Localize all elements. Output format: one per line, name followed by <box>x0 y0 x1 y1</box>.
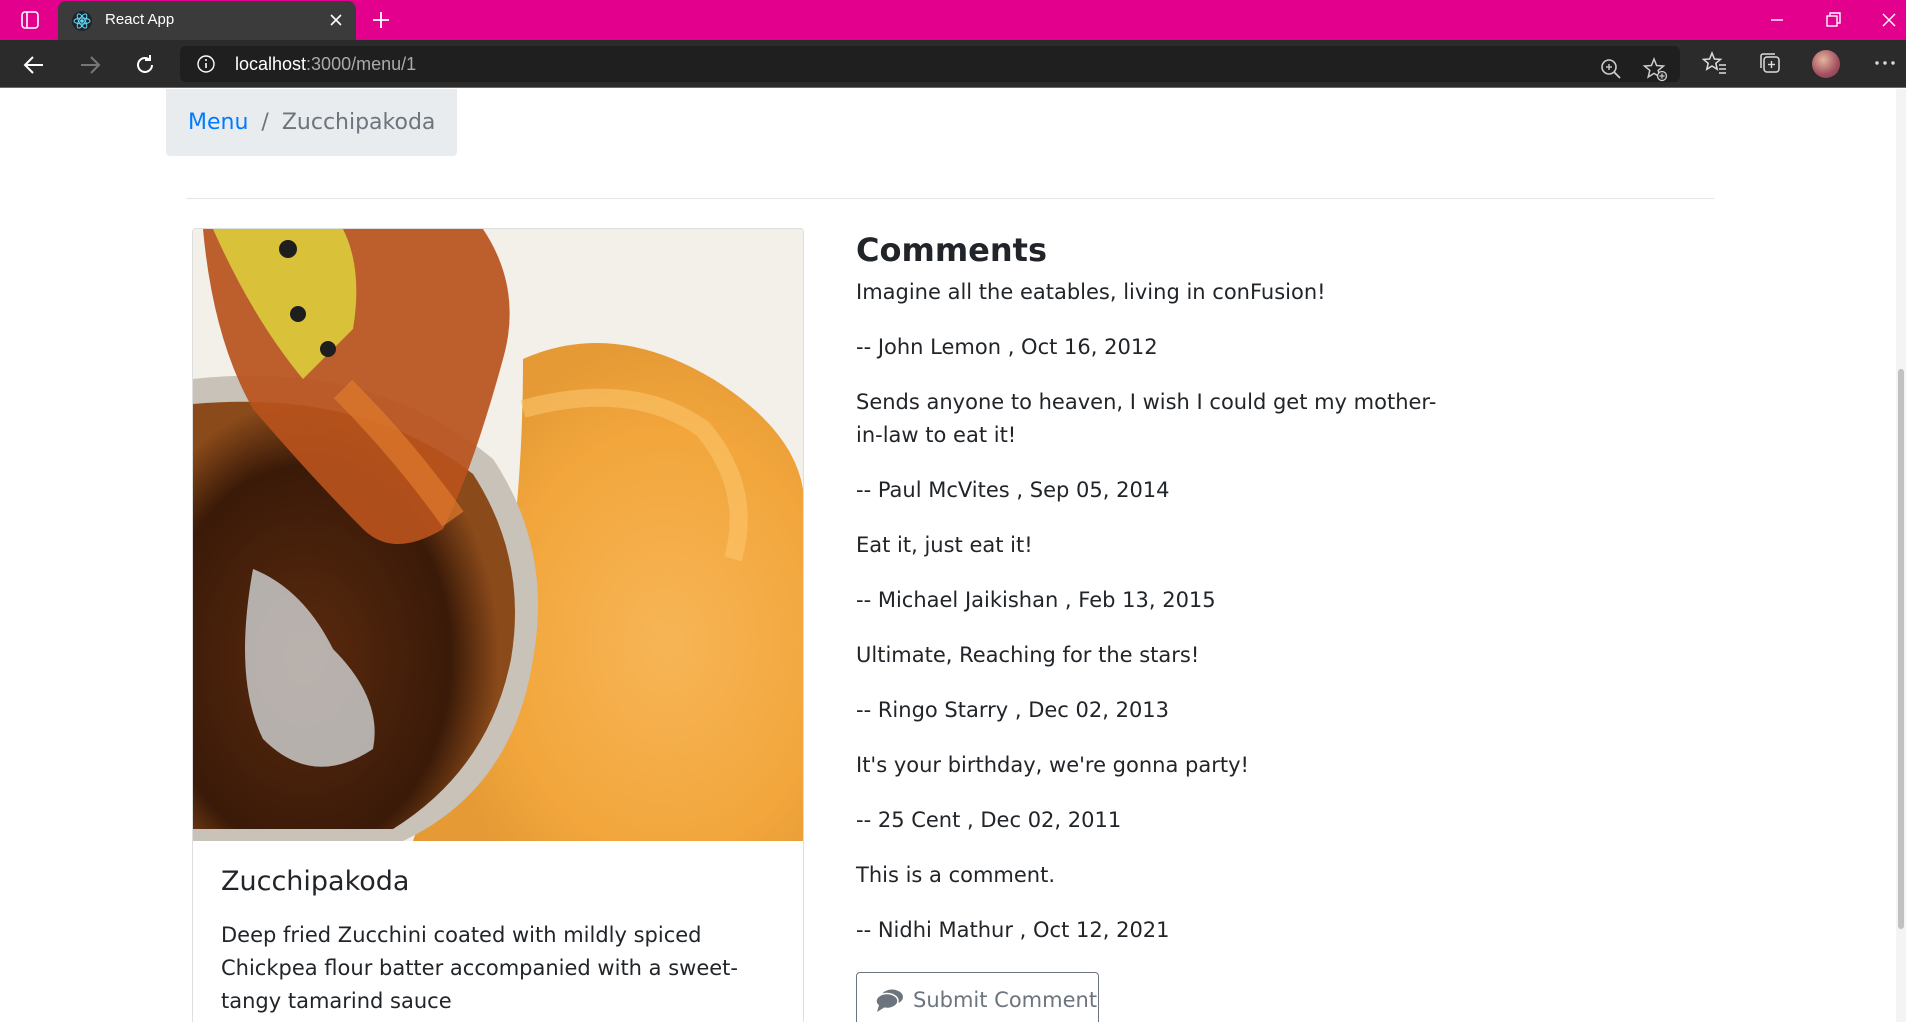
collections-icon[interactable] <box>1757 50 1783 76</box>
back-arrow-icon[interactable] <box>21 52 47 78</box>
scrollbar-thumb[interactable] <box>1898 369 1904 929</box>
comment-text: Ultimate, Reaching for the stars! <box>856 643 1200 667</box>
close-tab-icon[interactable] <box>326 10 346 30</box>
forward-arrow-icon[interactable] <box>77 52 103 78</box>
comment-byline: -- Ringo Starry , Dec 02, 2013 <box>856 698 1170 722</box>
browser-title-bar: React App <box>0 0 1906 40</box>
react-logo-icon <box>72 11 92 31</box>
comment-text: This is a comment. <box>856 863 1056 887</box>
breadcrumb: Menu / Zucchipakoda <box>166 89 458 156</box>
refresh-icon[interactable] <box>132 52 158 78</box>
comment-byline: -- Michael Jaikishan , Feb 13, 2015 <box>856 588 1216 612</box>
header-divider <box>186 198 1714 199</box>
comments-icon <box>875 989 903 1012</box>
more-options-icon[interactable] <box>1872 50 1898 76</box>
url-path: :3000/menu/1 <box>306 54 417 74</box>
comment-byline: -- Paul McVites , Sep 05, 2014 <box>856 478 1170 502</box>
comment-item: Ultimate, Reaching for the stars! -- Rin… <box>856 639 1456 727</box>
address-bar[interactable]: localhost:3000/menu/1 <box>180 46 1680 82</box>
comment-byline: -- Nidhi Mathur , Oct 12, 2021 <box>856 918 1170 942</box>
zoom-icon[interactable] <box>1598 56 1624 82</box>
comment-byline: -- 25 Cent , Dec 02, 2011 <box>856 808 1122 832</box>
restore-icon[interactable] <box>1821 8 1845 32</box>
breadcrumb-menu-link[interactable]: Menu <box>188 110 248 135</box>
comment-list: Imagine all the eatables, living in conF… <box>856 276 1456 947</box>
dish-card: Zucchipakoda Deep fried Zucchini coated … <box>192 228 804 1022</box>
browser-tab[interactable]: React App <box>58 1 356 40</box>
site-info-icon[interactable] <box>196 54 216 74</box>
tab-actions-icon[interactable] <box>20 10 40 30</box>
submit-comment-button[interactable]: Submit Comment <box>856 972 1099 1022</box>
new-tab-plus-icon[interactable] <box>370 9 392 31</box>
browser-toolbar: localhost:3000/menu/1 <box>0 40 1906 88</box>
tab-title: React App <box>105 11 175 28</box>
comment-text: It's your birthday, we're gonna party! <box>856 753 1249 777</box>
close-window-icon[interactable] <box>1877 8 1901 32</box>
page-scrollbar[interactable] <box>1896 89 1906 1022</box>
comment-byline: -- John Lemon , Oct 16, 2012 <box>856 335 1158 359</box>
comment-item: Imagine all the eatables, living in conF… <box>856 276 1456 364</box>
comment-text: Eat it, just eat it! <box>856 533 1033 557</box>
comment-text: Sends anyone to heaven, I wish I could g… <box>856 390 1437 447</box>
comment-item: This is a comment. -- Nidhi Mathur , Oct… <box>856 859 1456 947</box>
dish-name: Zucchipakoda <box>221 866 410 897</box>
minimize-icon[interactable] <box>1765 8 1789 32</box>
comments-heading: Comments <box>856 231 1047 269</box>
submit-comment-label: Submit Comment <box>913 987 1098 1012</box>
breadcrumb-separator: / <box>261 110 269 135</box>
comment-text: Imagine all the eatables, living in conF… <box>856 280 1326 304</box>
profile-avatar[interactable] <box>1812 50 1840 78</box>
dish-image <box>193 229 803 841</box>
comment-item: It's your birthday, we're gonna party! -… <box>856 749 1456 837</box>
url-text: localhost:3000/menu/1 <box>235 54 416 75</box>
comments-section: Comments Imagine all the eatables, livin… <box>856 228 1456 969</box>
dish-description: Deep fried Zucchini coated with mildly s… <box>221 923 738 1013</box>
url-host: localhost <box>235 54 307 74</box>
comment-item: Sends anyone to heaven, I wish I could g… <box>856 386 1456 507</box>
add-favorite-star-icon[interactable] <box>1642 56 1668 82</box>
favorites-icon[interactable] <box>1702 50 1728 76</box>
comment-item: Eat it, just eat it! -- Michael Jaikisha… <box>856 529 1456 617</box>
breadcrumb-active-item: Zucchipakoda <box>281 110 436 135</box>
